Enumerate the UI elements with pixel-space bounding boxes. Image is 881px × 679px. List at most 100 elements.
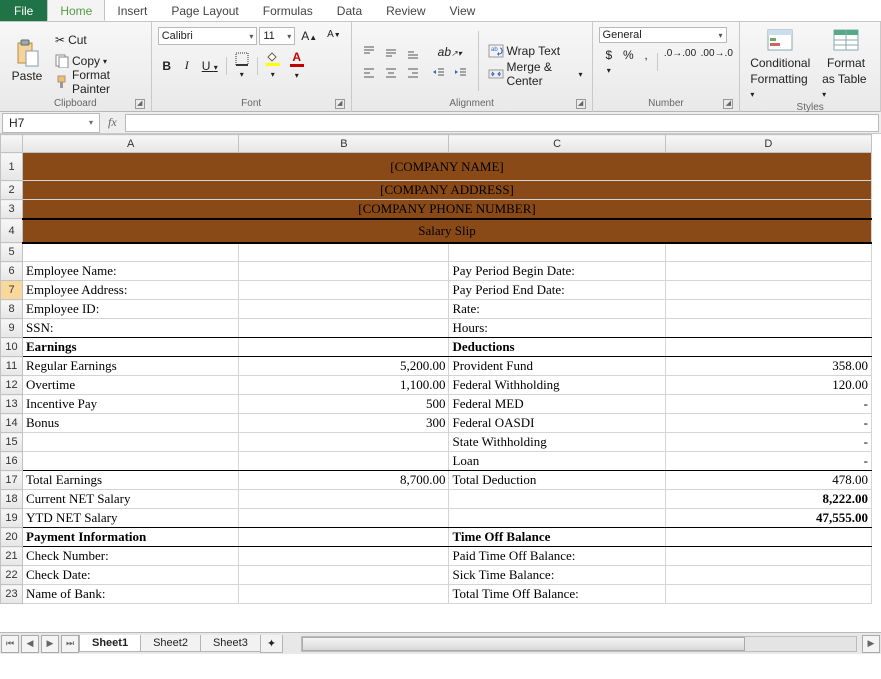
tab-data[interactable]: Data <box>325 0 374 21</box>
cell[interactable] <box>239 452 449 471</box>
row-header[interactable]: 14 <box>1 414 23 433</box>
cell[interactable]: Bonus <box>23 414 239 433</box>
cell[interactable] <box>449 243 665 262</box>
tab-formulas[interactable]: Formulas <box>251 0 325 21</box>
wrap-text-button[interactable]: ab Wrap Text <box>485 41 586 61</box>
cut-button[interactable]: ✂ Cut <box>52 30 145 50</box>
sheet-tab-3[interactable]: Sheet3 <box>200 635 261 652</box>
cell[interactable]: 478.00 <box>665 471 871 490</box>
cell[interactable]: Hours: <box>449 319 665 338</box>
col-header-b[interactable]: B <box>239 135 449 153</box>
cell[interactable]: Employee Name: <box>23 262 239 281</box>
align-left-button[interactable] <box>358 64 380 82</box>
cell[interactable] <box>239 433 449 452</box>
row-header[interactable]: 19 <box>1 509 23 528</box>
tab-file[interactable]: File <box>0 0 47 21</box>
row-header[interactable]: 6 <box>1 262 23 281</box>
cell[interactable]: 8,222.00 <box>665 490 871 509</box>
row-header[interactable]: 9 <box>1 319 23 338</box>
row-header[interactable]: 12 <box>1 376 23 395</box>
cell[interactable] <box>665 319 871 338</box>
cell[interactable]: 358.00 <box>665 357 871 376</box>
cell[interactable] <box>239 566 449 585</box>
cell[interactable]: Rate: <box>449 300 665 319</box>
cell[interactable]: [COMPANY NAME] <box>23 153 872 181</box>
cell[interactable]: Employee ID: <box>23 300 239 319</box>
cell[interactable] <box>239 547 449 566</box>
cell[interactable] <box>665 262 871 281</box>
cell[interactable] <box>665 566 871 585</box>
cell[interactable]: Pay Period Begin Date: <box>449 262 665 281</box>
cell[interactable]: Regular Earnings <box>23 357 239 376</box>
format-painter-button[interactable]: Format Painter <box>52 72 145 92</box>
row-header[interactable]: 21 <box>1 547 23 566</box>
col-header-a[interactable]: A <box>23 135 239 153</box>
align-center-button[interactable] <box>380 64 402 82</box>
increase-font-button[interactable]: A▲ <box>297 27 321 45</box>
cell[interactable]: 5,200.00 <box>239 357 449 376</box>
cell[interactable]: Loan <box>449 452 665 471</box>
dialog-launcher-icon[interactable]: ◢ <box>335 99 345 109</box>
dialog-launcher-icon[interactable]: ◢ <box>576 99 586 109</box>
font-color-button[interactable]: A▾ <box>286 48 308 83</box>
scroll-right-button[interactable]: ▶ <box>862 635 880 653</box>
cell[interactable]: Overtime <box>23 376 239 395</box>
cell[interactable]: Check Number: <box>23 547 239 566</box>
cell[interactable]: 120.00 <box>665 376 871 395</box>
cell[interactable]: YTD NET Salary <box>23 509 239 528</box>
italic-button[interactable]: I <box>178 56 196 75</box>
cell[interactable]: Sick Time Balance: <box>449 566 665 585</box>
tab-view[interactable]: View <box>438 0 488 21</box>
cell[interactable] <box>239 509 449 528</box>
sheet-tab-1[interactable]: Sheet1 <box>79 635 141 652</box>
cell[interactable] <box>239 300 449 319</box>
row-header[interactable]: 5 <box>1 243 23 262</box>
cell[interactable]: Name of Bank: <box>23 585 239 604</box>
cell[interactable]: Paid Time Off Balance: <box>449 547 665 566</box>
cell[interactable]: Time Off Balance <box>449 528 665 547</box>
cell[interactable]: Total Earnings <box>23 471 239 490</box>
col-header-d[interactable]: D <box>665 135 871 153</box>
row-header[interactable]: 16 <box>1 452 23 471</box>
cell[interactable] <box>239 319 449 338</box>
cell[interactable]: 1,100.00 <box>239 376 449 395</box>
col-header-c[interactable]: C <box>449 135 665 153</box>
paste-button[interactable]: Paste <box>6 24 48 98</box>
cell[interactable]: Pay Period End Date: <box>449 281 665 300</box>
cell[interactable] <box>239 585 449 604</box>
row-header[interactable]: 11 <box>1 357 23 376</box>
cell[interactable] <box>239 243 449 262</box>
cell[interactable]: Provident Fund <box>449 357 665 376</box>
last-sheet-button[interactable]: ⏭ <box>61 635 79 653</box>
cell[interactable] <box>665 243 871 262</box>
cell[interactable] <box>449 509 665 528</box>
cell[interactable]: 8,700.00 <box>239 471 449 490</box>
format-as-table-button[interactable]: Format as Table ▾ <box>818 24 874 102</box>
cell[interactable] <box>239 281 449 300</box>
cell[interactable]: Check Date: <box>23 566 239 585</box>
row-header[interactable]: 10 <box>1 338 23 357</box>
tab-insert[interactable]: Insert <box>105 0 159 21</box>
cell[interactable] <box>239 338 449 357</box>
decrease-decimal-button[interactable]: .00→.0 <box>697 46 734 78</box>
cell[interactable]: Total Deduction <box>449 471 665 490</box>
number-format-select[interactable]: General▾ <box>599 27 727 43</box>
font-name-select[interactable]: Calibri▾ <box>158 27 258 45</box>
row-header[interactable]: 13 <box>1 395 23 414</box>
borders-button[interactable]: ▾ <box>231 50 253 82</box>
cell[interactable]: State Withholding <box>449 433 665 452</box>
next-sheet-button[interactable]: ▶ <box>41 635 59 653</box>
percent-button[interactable]: % <box>619 46 637 78</box>
decrease-indent-button[interactable] <box>428 64 450 82</box>
cell[interactable]: - <box>665 414 871 433</box>
cell[interactable]: Deductions <box>449 338 665 357</box>
increase-decimal-button[interactable]: .0→.00 <box>660 46 697 78</box>
dialog-launcher-icon[interactable]: ◢ <box>135 99 145 109</box>
sheet-tab-2[interactable]: Sheet2 <box>140 635 201 652</box>
cell[interactable] <box>665 528 871 547</box>
cell[interactable]: Employee Address: <box>23 281 239 300</box>
cell[interactable]: Incentive Pay <box>23 395 239 414</box>
cell[interactable]: 500 <box>239 395 449 414</box>
cell[interactable]: 47,555.00 <box>665 509 871 528</box>
row-header[interactable]: 8 <box>1 300 23 319</box>
